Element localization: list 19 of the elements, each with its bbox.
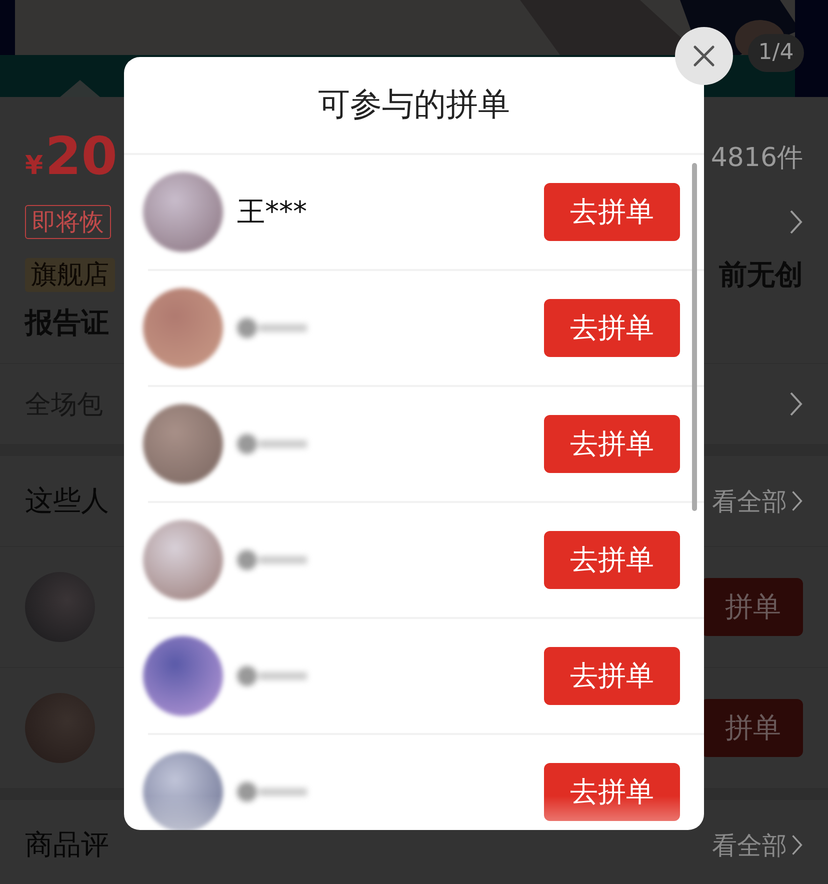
price: ¥20 <box>25 127 118 187</box>
join-group-button[interactable]: 去拼单 <box>544 763 680 821</box>
join-group-button[interactable]: 去拼单 <box>544 299 680 357</box>
chevron-right-icon <box>789 391 803 417</box>
user-name: 王*** <box>237 194 307 230</box>
view-all-link[interactable]: 看全部 <box>712 828 803 862</box>
join-group-button[interactable]: 去拼单 <box>544 415 680 473</box>
join-group-button[interactable]: 拼单 <box>701 699 803 757</box>
chevron-right-icon <box>791 490 803 512</box>
join-group-button[interactable]: 去拼单 <box>544 647 680 705</box>
chevron-right-icon <box>791 834 803 856</box>
sold-count: 4816件 <box>710 142 803 174</box>
view-all-link[interactable]: 看全部 <box>712 484 803 518</box>
dialog-title: 可参与的拼单 <box>318 84 510 125</box>
status-tag: 即将恢 <box>25 205 111 239</box>
chevron-right-icon <box>789 209 803 235</box>
join-group-button[interactable]: 去拼单 <box>544 183 680 241</box>
join-group-button[interactable]: 拼单 <box>701 578 803 636</box>
join-group-button[interactable]: 去拼单 <box>544 531 680 589</box>
